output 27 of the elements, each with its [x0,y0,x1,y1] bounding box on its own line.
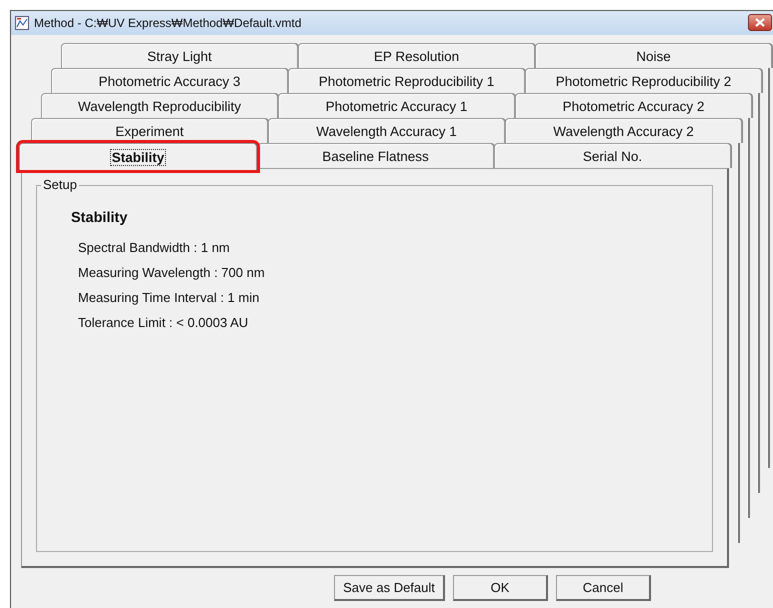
tab[interactable]: Wavelength Accuracy 1 [268,118,505,143]
close-button[interactable] [748,14,772,31]
group-legend: Setup [41,177,79,192]
dialog-button[interactable]: OK [453,575,548,601]
setting-text: Tolerance Limit : < 0.0003 AU [78,315,250,332]
tab[interactable]: Photometric Accuracy 1 [278,93,515,118]
tab[interactable]: Stability [19,143,257,170]
setting-text: Measuring Wavelength : 700 nm [78,265,266,282]
tab[interactable]: Photometric Reproducibility 1 [288,68,525,93]
tab[interactable]: Photometric Accuracy 3 [51,68,288,93]
tab[interactable]: Photometric Reproducibility 2 [525,68,762,93]
section-heading: Stability [71,210,128,226]
close-icon [755,18,765,27]
window-title: Method - C:₩UV Express₩Method₩Default.vmtd [34,16,302,30]
tab[interactable]: Serial No. [494,143,731,168]
tab[interactable]: Photometric Accuracy 2 [515,93,752,118]
tab[interactable]: Wavelength Accuracy 2 [505,118,742,143]
dialog-button[interactable]: Cancel [556,575,651,601]
setting-text: Spectral Bandwidth : 1 nm [78,240,231,257]
tab[interactable]: EP Resolution [298,43,535,68]
tab[interactable]: Baseline Flatness [257,143,494,168]
tab[interactable]: Noise [535,43,772,68]
tab[interactable]: Wavelength Reproducibility [41,93,278,118]
tab[interactable]: Stray Light [61,43,298,68]
setting-text: Measuring Time Interval : 1 min [78,290,260,307]
app-icon [15,16,29,30]
dialog-button[interactable]: Save as Default [334,575,445,601]
